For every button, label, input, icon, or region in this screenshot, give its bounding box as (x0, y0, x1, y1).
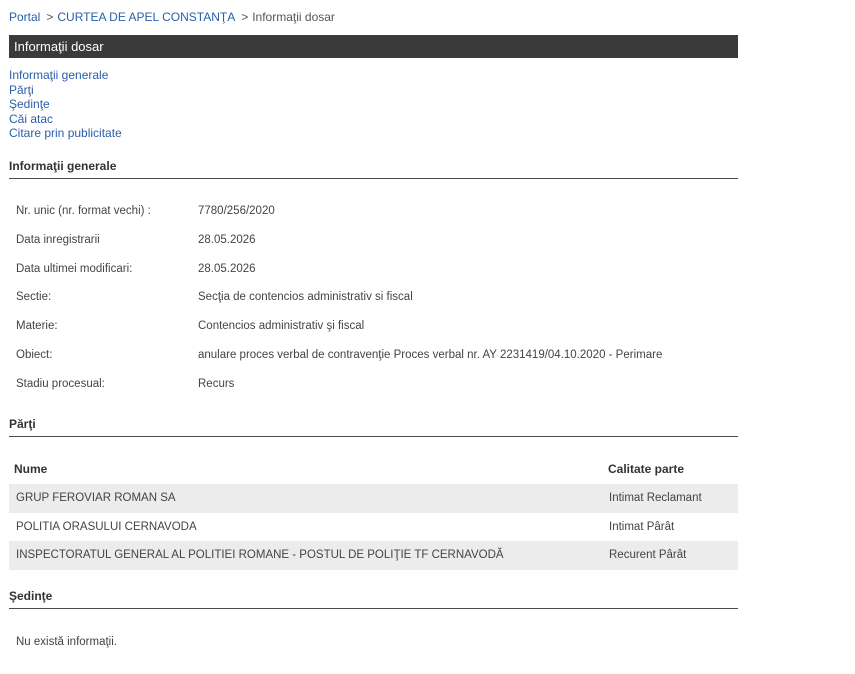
general-info-table: Nr. unic (nr. format vechi) : 7780/256/2… (9, 197, 738, 399)
info-row-object: Obiect: anulare proces verbal de contrav… (9, 341, 738, 370)
info-label: Data inregistrarii (16, 233, 100, 246)
page-title: Informaţii dosar (9, 35, 738, 58)
info-value: Recurs (198, 377, 235, 390)
info-row-procedural-stage: Stadiu procesual: Recurs (9, 370, 738, 399)
breadcrumb: Portal > CURTEA DE APEL CONSTANŢA > Informaţ… (9, 10, 335, 24)
nav-link-public-summons[interactable]: Citare prin publicitate (9, 126, 122, 141)
info-value: 28.05.2026 (198, 262, 256, 275)
breadcrumb-separator: > (241, 10, 249, 24)
info-label: Materie: (16, 320, 58, 333)
party-name: GRUP FEROVIAR ROMAN SA (16, 492, 176, 504)
table-row: POLITIA ORASULUI CERNAVODA Intimat Pârât (9, 513, 738, 542)
section-nav: Informaţii generale Părţi Şedinţe Căi at… (9, 68, 122, 141)
nav-link-parties[interactable]: Părţi (9, 83, 122, 98)
info-row-registration-date: Data inregistrarii 28.05.2026 (9, 226, 738, 255)
info-row-subject-matter: Materie: Contencios administrativ şi fis… (9, 312, 738, 341)
breadcrumb-current: Informaţii dosar (252, 10, 335, 24)
info-row-section: Sectie: Secţia de contencios administrat… (9, 283, 738, 312)
column-header-name: Nume (14, 462, 48, 476)
party-name: INSPECTORATUL GENERAL AL POLITIEI ROMANE… (16, 549, 504, 562)
party-role: Intimat Pârât (609, 520, 675, 533)
party-role: Intimat Reclamant (609, 492, 702, 504)
info-label: Nr. unic (nr. format vechi) : (16, 205, 151, 217)
nav-link-appeals[interactable]: Căi atac (9, 112, 122, 127)
parties-table: GRUP FEROVIAR ROMAN SA Intimat Reclamant… (9, 484, 738, 571)
table-row: GRUP FEROVIAR ROMAN SA Intimat Reclamant (9, 484, 738, 513)
info-value: 28.05.2026 (198, 233, 256, 246)
breadcrumb-link-portal[interactable]: Portal (9, 10, 40, 24)
parties-table-header: Nume Calitate parte (9, 455, 738, 483)
info-row-last-modified: Data ultimei modificari: 28.05.2026 (9, 255, 738, 284)
info-label: Data ultimei modificari: (16, 262, 133, 275)
info-value: anulare proces verbal de contravenţie Pr… (198, 348, 663, 361)
section-heading-hearings: Şedinţe (9, 588, 738, 609)
breadcrumb-separator: > (46, 10, 54, 24)
nav-link-hearings[interactable]: Şedinţe (9, 97, 122, 112)
info-label: Obiect: (16, 348, 53, 361)
info-label: Stadiu procesual: (16, 377, 105, 390)
nav-link-general-info[interactable]: Informaţii generale (9, 68, 122, 83)
info-value: Secţia de contencios administrativ si fi… (198, 291, 413, 304)
section-heading-general-info: Informaţii generale (9, 158, 738, 179)
party-role: Recurent Pârât (609, 549, 687, 562)
info-value: Contencios administrativ şi fiscal (198, 320, 365, 333)
hearings-empty-message: Nu există informaţii. (16, 636, 117, 648)
column-header-role: Calitate parte (608, 462, 685, 476)
info-value: 7780/256/2020 (198, 205, 275, 217)
party-name: POLITIA ORASULUI CERNAVODA (16, 520, 197, 533)
table-row: INSPECTORATUL GENERAL AL POLITIEI ROMANE… (9, 541, 738, 571)
info-row-case-number: Nr. unic (nr. format vechi) : 7780/256/2… (9, 197, 738, 226)
section-heading-parties: Părţi (9, 416, 738, 437)
info-label: Sectie: (16, 291, 52, 304)
breadcrumb-link-court[interactable]: CURTEA DE APEL CONSTANŢA (57, 10, 235, 24)
